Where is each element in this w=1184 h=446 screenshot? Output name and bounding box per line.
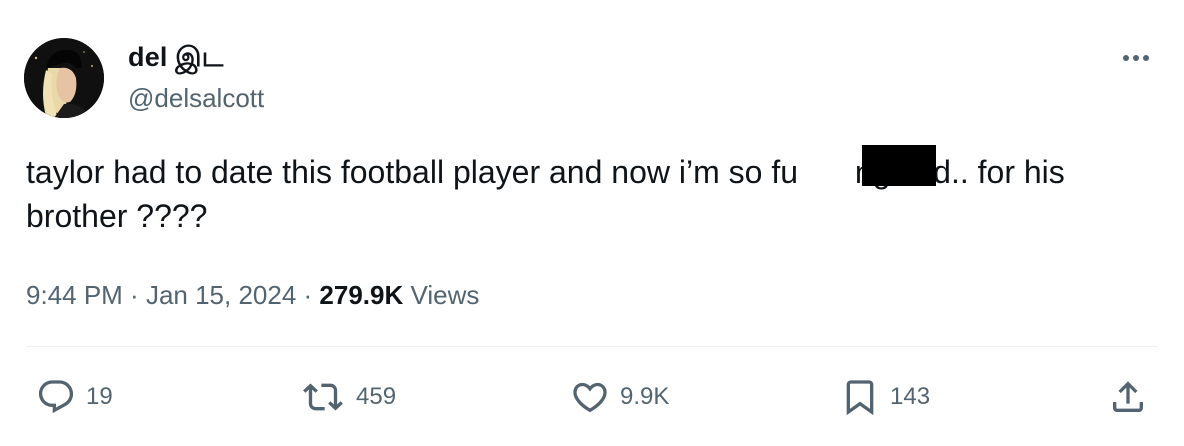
avatar-photo [24,38,104,118]
repost-icon [300,377,346,417]
bookmark-count: 143 [890,383,931,410]
tweet-date[interactable]: Jan 15, 2024 [146,280,296,310]
tweet-text: taylor had to date this football player … [26,154,1065,234]
more-options-icon[interactable] [1118,44,1154,72]
meta-separator: · [122,280,146,310]
share-icon [1108,377,1148,417]
bookmark-button[interactable]: 143 [840,377,930,417]
bookmark-icon [840,377,880,417]
like-count: 9.9K [620,383,670,410]
meta-separator: · [296,280,320,310]
user-handle[interactable]: @delsalcott [128,83,264,114]
share-button[interactable] [1108,377,1148,417]
like-button[interactable]: 9.9K [570,377,669,417]
tweet-time[interactable]: 9:44 PM [26,280,123,310]
display-name[interactable]: del இட [128,42,223,77]
repost-button[interactable]: 459 [300,377,396,417]
repost-count: 459 [356,383,397,410]
divider [26,346,1158,347]
views-label: Views [403,280,480,310]
reply-button[interactable]: 19 [36,377,113,417]
redaction-bar [862,145,936,186]
reply-count: 19 [86,383,113,410]
tweet-card: del இட @delsalcott taylor had to date th… [0,0,1184,446]
heart-icon [570,377,610,417]
reply-icon [36,377,76,417]
tweet-meta: 9:44 PM · Jan 15, 2024 · 279.9K Views [26,280,479,311]
views-count: 279.9K [319,280,404,310]
avatar[interactable] [24,38,104,118]
